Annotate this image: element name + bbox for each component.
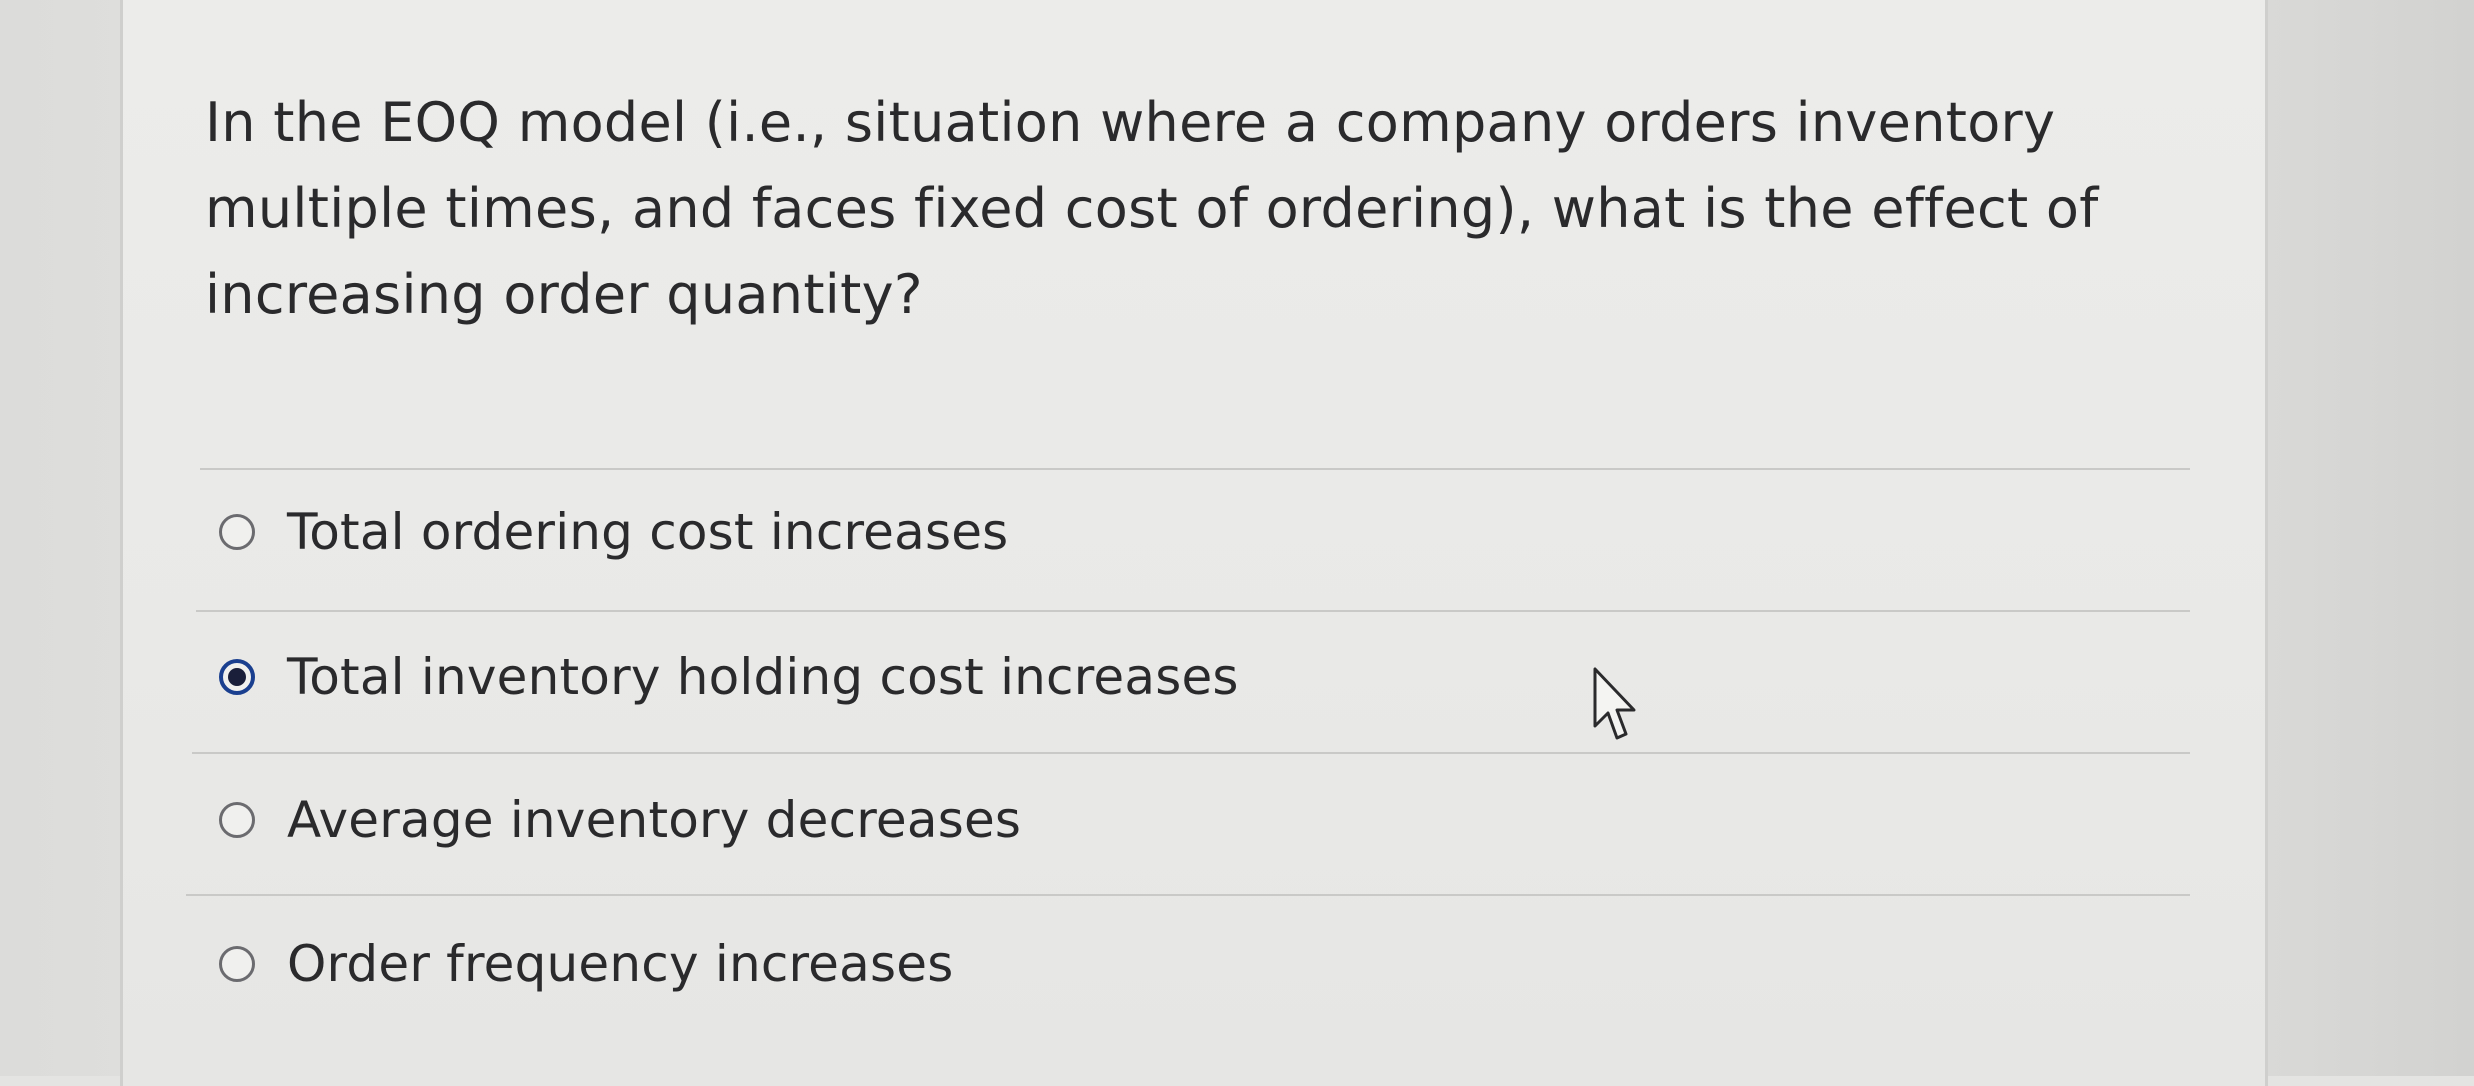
radio-empty-icon[interactable] [219, 514, 255, 550]
divider [186, 894, 2190, 896]
divider [196, 610, 2190, 612]
radio-filled-icon[interactable] [219, 659, 255, 695]
answer-label: Total inventory holding cost increases [287, 648, 1239, 706]
answer-option-1[interactable]: Total ordering cost increases [205, 472, 2205, 592]
answer-option-3[interactable]: Average inventory decreases [205, 760, 2205, 880]
radio-empty-icon[interactable] [219, 802, 255, 838]
radio-empty-icon[interactable] [219, 946, 255, 982]
answer-label: Average inventory decreases [287, 791, 1022, 849]
question-text: In the EOQ model (i.e., situation where … [205, 91, 2099, 326]
divider [200, 468, 2190, 470]
mouse-pointer-icon [1593, 667, 1636, 740]
page-margin [2268, 0, 2474, 1076]
answer-label: Total ordering cost increases [287, 503, 1009, 561]
answer-label: Order frequency increases [287, 935, 954, 993]
answer-option-2[interactable]: Total inventory holding cost increases [205, 617, 2205, 737]
answer-option-4[interactable]: Order frequency increases [205, 904, 2205, 1024]
divider [192, 752, 2190, 754]
